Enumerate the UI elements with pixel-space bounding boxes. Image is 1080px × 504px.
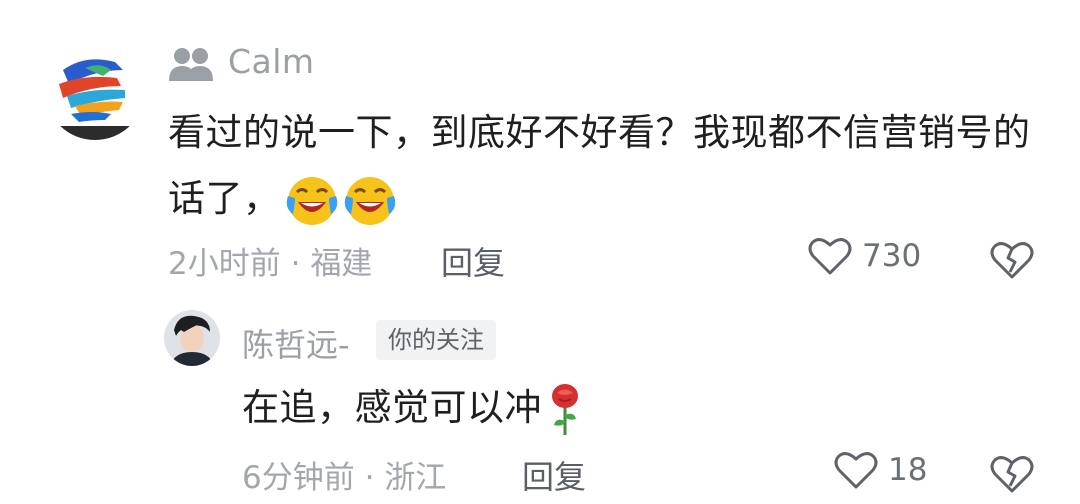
comment-meta: 2小时前 · 福建: [168, 238, 372, 283]
comment-time: 2小时前: [168, 246, 281, 282]
reply-text: 在追，感觉可以冲: [242, 378, 582, 438]
reply-username[interactable]: 陈哲远-: [242, 320, 350, 366]
user-avatar[interactable]: [45, 40, 145, 140]
reply-text-content: 在追，感觉可以冲: [242, 386, 542, 429]
like-button[interactable]: 18: [834, 450, 927, 490]
avatar-art-icon: [45, 40, 145, 140]
reply-time: 6分钟前: [242, 460, 355, 496]
meta-separator: ·: [290, 246, 301, 282]
like-count: 18: [888, 452, 928, 488]
heart-icon: [834, 452, 878, 489]
follow-badge: 你的关注: [376, 320, 496, 360]
laughing-crying-emoji-icon: [286, 176, 337, 225]
like-count: 730: [862, 238, 922, 274]
rose-emoji-icon: [552, 383, 578, 435]
comment-text: 看过的说一下，到底好不好看？我现都不信营销号的话了，: [168, 100, 1048, 232]
reply-button[interactable]: 回复: [441, 238, 505, 284]
reply-meta: 6分钟前 · 浙江: [242, 452, 446, 497]
broken-heart-icon: [990, 242, 1034, 279]
reply-button[interactable]: 回复: [522, 452, 586, 498]
like-button[interactable]: 730: [808, 236, 921, 276]
dislike-button[interactable]: [990, 240, 1034, 280]
laughing-crying-emoji-icon: [344, 176, 395, 225]
comment-location: 福建: [310, 246, 373, 282]
reply-location: 浙江: [384, 460, 447, 496]
dislike-button[interactable]: [990, 454, 1034, 494]
comment-username[interactable]: Calm: [228, 42, 315, 81]
person-avatar-icon: [164, 310, 220, 366]
reply-avatar[interactable]: [164, 310, 220, 366]
reply-item: 陈哲远- 你的关注 在追，感觉可以冲 6分钟前 · 浙江 回复 18: [0, 300, 1080, 504]
users-icon: [169, 48, 213, 81]
broken-heart-icon: [990, 456, 1034, 493]
comment-item: Calm 看过的说一下，到底好不好看？我现都不信营销号的话了， 2小时前 · 福…: [0, 0, 1080, 290]
meta-separator: ·: [364, 460, 375, 496]
heart-icon: [808, 238, 852, 275]
